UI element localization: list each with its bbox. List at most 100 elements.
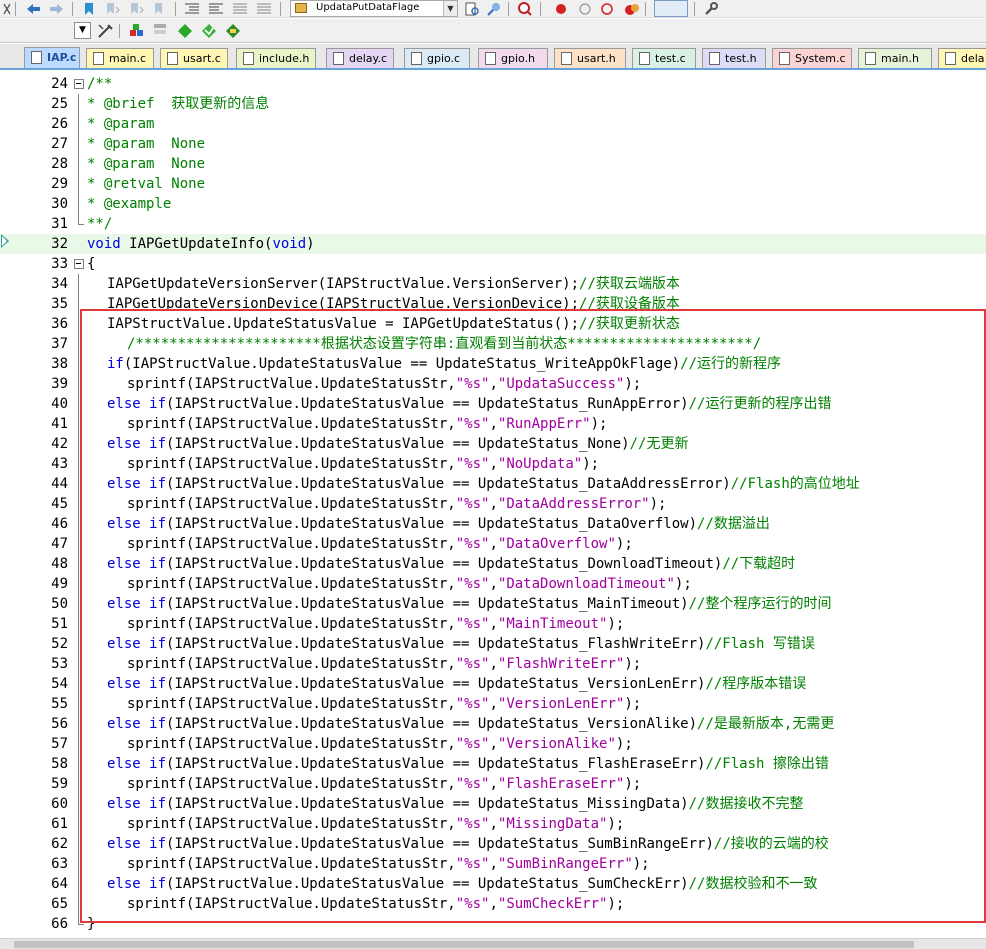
tab-usart-c[interactable]: usart.c (160, 48, 228, 68)
breakpoint-disabled-icon[interactable] (578, 2, 592, 16)
chevron-down-icon[interactable]: ▼ (443, 1, 457, 16)
scrollbar-thumb[interactable] (14, 941, 914, 948)
code-line[interactable]: 60 else if(IAPStructValue.UpdateStatusVal… (0, 794, 986, 814)
code-line[interactable]: 26 * @param (0, 114, 986, 134)
dropdown-button[interactable]: ▼ (74, 22, 91, 39)
cut-icon[interactable] (2, 2, 12, 16)
code-line[interactable]: 41 sprintf(IAPStructValue.UpdateStatusStr… (0, 414, 986, 434)
indent-icon[interactable] (184, 2, 200, 16)
uncomment-icon[interactable] (256, 2, 272, 16)
code-line[interactable]: 32 void IAPGetUpdateInfo(void) (0, 234, 986, 254)
fold-guide (74, 214, 84, 234)
breakpoint-icon[interactable] (554, 2, 568, 16)
code-line[interactable]: 48 else if(IAPStructValue.UpdateStatusVal… (0, 554, 986, 574)
disable-all-breakpoints-icon[interactable] (600, 2, 614, 16)
code-token: sprintf(IAPStructValue.UpdateStatusStr, (127, 696, 456, 712)
tab-gpio-h[interactable]: gpio.h (478, 48, 548, 68)
target-combo[interactable]: UpdataPutDataFlage ▼ (290, 0, 458, 17)
code-line[interactable]: 49 sprintf(IAPStructValue.UpdateStatusStr… (0, 574, 986, 594)
code-line[interactable]: 37 /**********************根据状态设置字符串:直观看到当… (0, 334, 986, 354)
file-extensions-icon[interactable] (152, 22, 170, 40)
find-in-files-icon[interactable] (464, 1, 480, 17)
code-line[interactable]: 58 else if(IAPStructValue.UpdateStatusVal… (0, 754, 986, 774)
tab-main-c[interactable]: main.c (86, 48, 154, 68)
tab-gpio-c[interactable]: gpio.c (404, 48, 470, 68)
tab-iap-c[interactable]: IAP.c (24, 47, 80, 68)
code-line[interactable]: 63 sprintf(IAPStructValue.UpdateStatusStr… (0, 854, 986, 874)
code-line[interactable]: 62 else if(IAPStructValue.UpdateStatusVal… (0, 834, 986, 854)
unindent-icon[interactable] (208, 2, 224, 16)
code-line[interactable]: 65 sprintf(IAPStructValue.UpdateStatusStr… (0, 894, 986, 914)
window-layout-icon[interactable] (654, 0, 688, 17)
fold-toggle-icon[interactable] (74, 254, 84, 274)
code-line[interactable]: 43 sprintf(IAPStructValue.UpdateStatusStr… (0, 454, 986, 474)
code-token: , (489, 576, 498, 592)
nav-forward-icon[interactable] (48, 1, 66, 17)
code-line[interactable]: 57 sprintf(IAPStructValue.UpdateStatusStr… (0, 734, 986, 754)
tab-test-h[interactable]: test.h (702, 48, 766, 68)
code-token: (IAPStructValue.UpdateStatusValue == Upd… (166, 796, 689, 812)
tab-usart-h[interactable]: usart.h (554, 48, 626, 68)
code-line[interactable]: 46 else if(IAPStructValue.UpdateStatusVal… (0, 514, 986, 534)
wrench-icon[interactable] (703, 1, 719, 17)
tab-main-h[interactable]: main.h (858, 48, 932, 68)
debug-session-icon[interactable] (517, 1, 533, 17)
tab-include-h[interactable]: include.h (236, 48, 316, 68)
code-line[interactable]: 50 else if(IAPStructValue.UpdateStatusVal… (0, 594, 986, 614)
bookmark-icon[interactable] (82, 1, 96, 17)
code-token: ); (607, 816, 625, 832)
code-token: ); (607, 896, 625, 912)
code-line[interactable]: 25 * @brief 获取更新的信息 (0, 94, 986, 114)
clear-bookmarks-icon[interactable] (152, 1, 168, 17)
code-line[interactable]: 55 sprintf(IAPStructValue.UpdateStatusStr… (0, 694, 986, 714)
rte-config-icon[interactable] (224, 22, 242, 40)
kill-all-breakpoints-icon[interactable] (623, 1, 641, 17)
horizontal-scrollbar[interactable] (0, 938, 986, 949)
tab-system-c[interactable]: System.c (772, 48, 852, 68)
fold-toggle-icon[interactable] (74, 74, 84, 94)
tab-label: main.c (109, 52, 147, 65)
code-line[interactable]: 54 else if(IAPStructValue.UpdateStatusVal… (0, 674, 986, 694)
code-line[interactable]: 56 else if(IAPStructValue.UpdateStatusVal… (0, 714, 986, 734)
code-line[interactable]: 34 IAPGetUpdateVersionServer(IAPStructVal… (0, 274, 986, 294)
code-line[interactable]: 28 * @param None (0, 154, 986, 174)
target-options-icon[interactable] (96, 22, 114, 40)
code-token: sprintf(IAPStructValue.UpdateStatusStr, (127, 456, 456, 472)
manage-components-icon[interactable] (128, 22, 146, 40)
fold-guide (74, 854, 84, 874)
code-line[interactable]: 52 else if(IAPStructValue.UpdateStatusVal… (0, 634, 986, 654)
code-line[interactable]: 64 else if(IAPStructValue.UpdateStatusVal… (0, 874, 986, 894)
prev-bookmark-icon[interactable] (104, 1, 120, 17)
code-line[interactable]: 51 sprintf(IAPStructValue.UpdateStatusStr… (0, 614, 986, 634)
code-line[interactable]: 29 * @retval None (0, 174, 986, 194)
code-line[interactable]: 35 IAPGetUpdateVersionDevice(IAPStructVal… (0, 294, 986, 314)
code-line[interactable]: 39 sprintf(IAPStructValue.UpdateStatusStr… (0, 374, 986, 394)
select-packs-icon[interactable] (176, 22, 194, 40)
incremental-find-icon[interactable] (486, 1, 502, 17)
tab-dela[interactable]: dela (938, 48, 986, 68)
code-line[interactable]: 44 else if(IAPStructValue.UpdateStatusVal… (0, 474, 986, 494)
tab-delay-c[interactable]: delay.c (326, 48, 394, 68)
code-line[interactable]: 66} (0, 914, 986, 934)
code-line[interactable]: 40 else if(IAPStructValue.UpdateStatusVal… (0, 394, 986, 414)
code-line[interactable]: 38 if(IAPStructValue.UpdateStatusValue ==… (0, 354, 986, 374)
nav-back-icon[interactable] (24, 1, 42, 17)
code-line[interactable]: 45 sprintf(IAPStructValue.UpdateStatusStr… (0, 494, 986, 514)
code-line[interactable]: 30 * @example (0, 194, 986, 214)
code-line[interactable]: 47 sprintf(IAPStructValue.UpdateStatusStr… (0, 534, 986, 554)
code-editor[interactable]: 24 /** 25 * @brief 获取更新的信息 26 * @param 27 * @pa… (0, 72, 986, 938)
tab-test-c[interactable]: test.c (632, 48, 696, 68)
code-line[interactable]: 61 sprintf(IAPStructValue.UpdateStatusStr… (0, 814, 986, 834)
comment-icon[interactable] (232, 2, 248, 16)
next-bookmark-icon[interactable] (128, 1, 144, 17)
code-line[interactable]: 31 **/ (0, 214, 986, 234)
code-line[interactable]: 59 sprintf(IAPStructValue.UpdateStatusStr… (0, 774, 986, 794)
code-line[interactable]: 36 IAPStructValue.UpdateStatusValue = IAP… (0, 314, 986, 334)
code-line[interactable]: 53 sprintf(IAPStructValue.UpdateStatusStr… (0, 654, 986, 674)
code-line[interactable]: 24 /** (0, 74, 986, 94)
code-line[interactable]: 42 else if(IAPStructValue.UpdateStatusVal… (0, 434, 986, 454)
comment-token: * @brief 获取更新的信息 (87, 96, 270, 112)
pack-installer-icon[interactable] (200, 22, 218, 40)
code-line[interactable]: 27 * @param None (0, 134, 986, 154)
code-line[interactable]: 33 { (0, 254, 986, 274)
